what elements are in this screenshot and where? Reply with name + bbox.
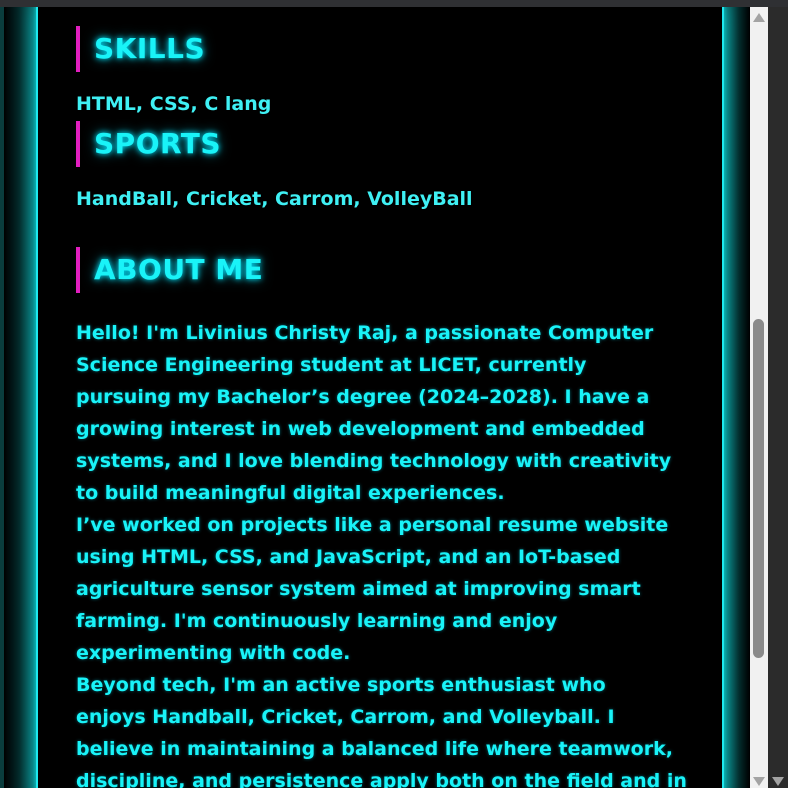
about-line: experimenting with code.: [76, 642, 351, 664]
scrollbar-thumb[interactable]: [753, 319, 764, 658]
window-top-strip: [0, 0, 788, 7]
arrow-down-icon[interactable]: [753, 777, 765, 786]
about-line: Science Engineering student at LICET, cu…: [76, 354, 587, 376]
vertical-scrollbar[interactable]: [750, 7, 768, 788]
sports-text: HandBall, Cricket, Carrom, VolleyBall: [76, 188, 473, 210]
about-line: agriculture sensor system aimed at impro…: [76, 578, 641, 600]
about-line: using HTML, CSS, and JavaScript, and an …: [76, 546, 621, 568]
about-line: discipline, and persistence apply both o…: [76, 770, 687, 788]
sports-title: SPORTS: [94, 127, 222, 160]
about-line: enjoys Handball, Cricket, Carrom, and Vo…: [76, 706, 615, 728]
about-heading: ABOUT ME: [76, 247, 263, 293]
arrow-up-icon[interactable]: [753, 13, 765, 22]
about-line: to build meaningful digital experiences.: [76, 482, 505, 504]
about-paragraph: Hello! I'm Livinius Christy Raj, a passi…: [76, 317, 716, 788]
arrow-down-icon[interactable]: [772, 777, 784, 786]
about-line: I’ve worked on projects like a personal …: [76, 514, 669, 536]
about-line: growing interest in web development and …: [76, 418, 645, 440]
about-title: ABOUT ME: [94, 253, 264, 286]
about-line: believe in maintaining a balanced life w…: [76, 738, 673, 760]
skills-heading: SKILLS: [76, 26, 205, 72]
about-line: systems, and I love blending technology …: [76, 450, 672, 472]
resume-card: SKILLS HTML, CSS, C lang SPORTS HandBall…: [36, 7, 724, 788]
about-line: pursuing my Bachelor’s degree (2024–2028…: [76, 386, 650, 408]
sports-heading: SPORTS: [76, 121, 221, 167]
card-glow-right: [722, 7, 750, 788]
skills-title: SKILLS: [94, 32, 206, 65]
outer-scrollbar[interactable]: [768, 7, 788, 788]
skills-text: HTML, CSS, C lang: [76, 93, 272, 115]
about-line: farming. I'm continuously learning and e…: [76, 610, 558, 632]
about-line: Hello! I'm Livinius Christy Raj, a passi…: [76, 322, 654, 344]
page-viewport: SKILLS HTML, CSS, C lang SPORTS HandBall…: [0, 0, 750, 788]
card-glow-left: [4, 7, 38, 788]
about-line: Beyond tech, I'm an active sports enthus…: [76, 674, 606, 696]
